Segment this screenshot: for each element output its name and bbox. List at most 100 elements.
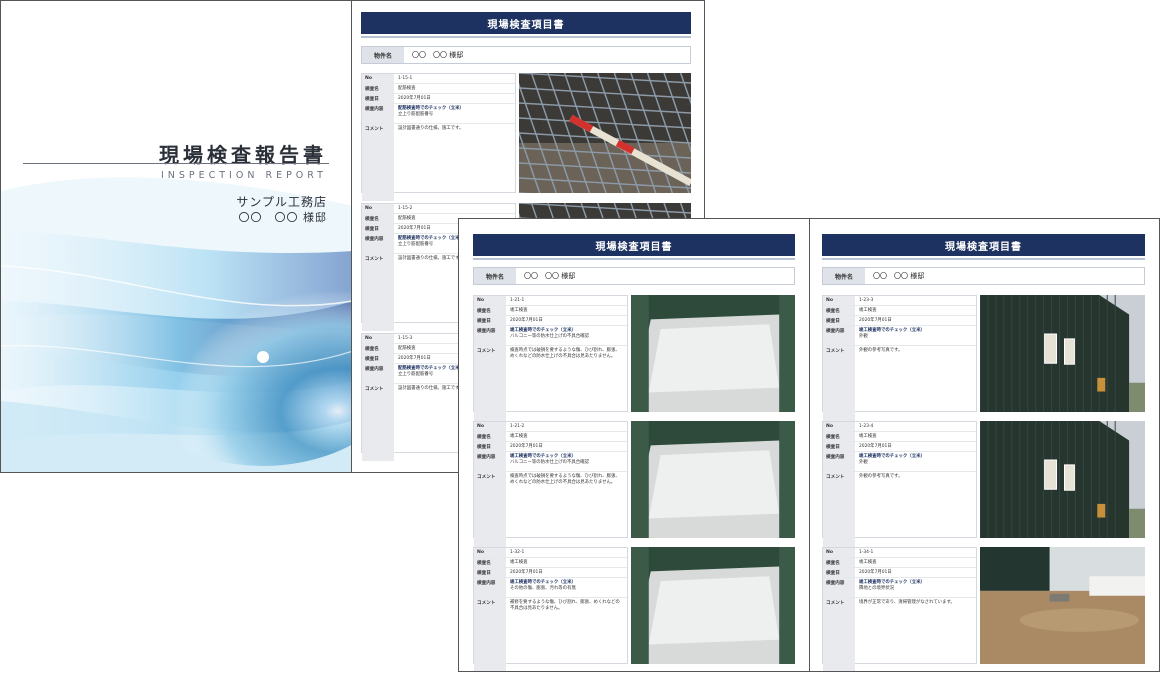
content-label: 検査内容 — [823, 326, 855, 345]
entry-table: No 1-32-1 検査名 竣工検査 検査日 2020年7月01日 検査内容 竣工検査時でのチ… — [473, 547, 628, 671]
entry-comment: 設計図書通りの仕様。施工です。 — [398, 126, 464, 131]
entry-date: 2020年7月01日 — [510, 318, 543, 323]
rebar-photo — [519, 73, 691, 193]
name-label: 検査名 — [362, 214, 394, 223]
no-label: No — [474, 296, 506, 305]
date-label: 検査日 — [474, 316, 506, 325]
inspection-entry: No 1-34-1 検査名 竣工検査 検査日 2020年7月01日 検査内容 竣工検査時でのチ… — [822, 547, 1145, 671]
comment-label: コメント — [474, 598, 506, 671]
entry-content-detail: 立上り筋配筋番号 — [398, 112, 434, 118]
comment-label: コメント — [823, 346, 855, 423]
cover-subtitle: INSPECTION REPORT — [160, 170, 327, 181]
content-label: 検査内容 — [474, 578, 506, 597]
property-row: 物件名 〇〇 〇〇 様邸 — [361, 46, 691, 64]
entry-table: No 1-21-2 検査名 竣工検査 検査日 2020年7月01日 検査内容 竣工検査時でのチ… — [473, 421, 628, 549]
entry-comment: 外観の参考写真です。 — [859, 348, 903, 353]
comment-label: コメント — [474, 346, 506, 423]
entry-comment: 補修を要するような傷、ひび割れ、膨張、めくれなどの不具合は見あたりません。 — [510, 600, 620, 612]
property-row: 物件名 〇〇 〇〇 様邸 — [822, 267, 1145, 285]
entry-no: 1-32-1 — [510, 550, 525, 555]
inspection-entry: No 1-23-4 検査名 竣工検査 検査日 2020年7月01日 検査内容 竣工検査時でのチ… — [822, 421, 1145, 549]
inspection-page-3: 現場検査項目書 物件名 〇〇 〇〇 様邸 No 1-23-3 検査名 竣工検査 検査日 2… — [810, 218, 1160, 672]
name-label: 検査名 — [362, 84, 394, 93]
page-title: 現場検査項目書 — [473, 234, 795, 256]
balcony-photo — [631, 295, 795, 412]
cover-divider — [23, 163, 329, 164]
date-label: 検査日 — [474, 568, 506, 577]
entry-comment: 境界が正常であり、清掃管理がなされています。 — [859, 600, 955, 605]
entry-date: 2020年7月01日 — [510, 444, 543, 449]
date-label: 検査日 — [362, 354, 394, 363]
no-label: No — [362, 334, 394, 343]
date-label: 検査日 — [823, 316, 855, 325]
page-title-underline — [473, 258, 795, 260]
house-exterior-photo — [980, 295, 1145, 412]
name-label: 検査名 — [474, 558, 506, 567]
entry-content-detail: 隣地との境界状況 — [859, 586, 895, 592]
no-label: No — [474, 422, 506, 431]
content-label: 検査内容 — [362, 364, 394, 383]
entry-name: 竣工検査 — [859, 308, 877, 313]
property-row: 物件名 〇〇 〇〇 様邸 — [473, 267, 795, 285]
entry-comment: 検査時点では破損を要するような傷、ひび割れ、膨張、めくれなどの防水仕上げの不具合… — [510, 348, 620, 360]
entry-date: 2020年7月01日 — [510, 570, 543, 575]
content-label: 検査内容 — [362, 234, 394, 253]
cover-wave-graphic — [1, 1, 351, 472]
entry-no: 1-23-4 — [859, 424, 874, 429]
no-label: No — [823, 296, 855, 305]
page-title-underline — [822, 258, 1145, 260]
entry-table: No 1-34-1 検査名 竣工検査 検査日 2020年7月01日 検査内容 竣工検査時でのチ… — [822, 547, 977, 671]
entry-table: No 1-23-4 検査名 竣工検査 検査日 2020年7月01日 検査内容 竣工検査時でのチ… — [822, 421, 977, 549]
inspection-entry: No 1-15-1 検査名 配筋検査 検査日 2020年7月01日 検査内容 配筋検査時でのチ… — [361, 73, 691, 201]
yard-photo — [980, 547, 1145, 664]
name-label: 検査名 — [823, 558, 855, 567]
entry-no: 1-34-1 — [859, 550, 874, 555]
entry-table: No 1-21-1 検査名 竣工検査 検査日 2020年7月01日 検査内容 竣工検査時でのチ… — [473, 295, 628, 423]
entry-no: 1-21-2 — [510, 424, 525, 429]
inspection-entry: No 1-32-1 検査名 竣工検査 検査日 2020年7月01日 検査内容 竣工検査時でのチ… — [473, 547, 795, 671]
entry-table: No 1-15-1 検査名 配筋検査 検査日 2020年7月01日 検査内容 配筋検査時でのチ… — [361, 73, 516, 201]
comment-label: コメント — [362, 384, 394, 461]
name-label: 検査名 — [362, 344, 394, 353]
content-label: 検査内容 — [474, 452, 506, 471]
inspection-entry: No 1-23-3 検査名 竣工検査 検査日 2020年7月01日 検査内容 竣工検査時でのチ… — [822, 295, 1145, 423]
entry-content-title: 竣工検査時でのチェック（立米） — [859, 454, 925, 459]
entry-comment: 検査時点では破損を要するような傷、ひび割れ、膨張、めくれなどの防水仕上げの不具合… — [510, 474, 620, 486]
page-title-underline — [361, 36, 691, 38]
entry-no: 1-15-2 — [398, 206, 413, 211]
entry-no: 1-15-1 — [398, 76, 413, 81]
entry-name: 竣工検査 — [510, 434, 528, 439]
inspection-entry: No 1-21-2 検査名 竣工検査 検査日 2020年7月01日 検査内容 竣工検査時でのチ… — [473, 421, 795, 549]
no-label: No — [474, 548, 506, 557]
entry-name: 配筋検査 — [398, 86, 416, 91]
entry-content-detail: 外観 — [859, 460, 868, 466]
entry-content-detail: 外観 — [859, 334, 868, 340]
content-label: 検査内容 — [362, 104, 394, 123]
entry-date: 2020年7月01日 — [859, 444, 892, 449]
entry-content-detail: バルコニー等の防水仕上げの不具合確認 — [510, 460, 589, 466]
comment-label: コメント — [362, 254, 394, 331]
entry-name: 竣工検査 — [859, 560, 877, 565]
date-label: 検査日 — [362, 224, 394, 233]
balcony-photo — [631, 421, 795, 538]
house-exterior-photo — [980, 421, 1145, 538]
no-label: No — [823, 548, 855, 557]
date-label: 検査日 — [823, 568, 855, 577]
entry-content-detail: 立上り筋配筋番号 — [398, 372, 434, 378]
name-label: 検査名 — [823, 306, 855, 315]
balcony-photo — [631, 547, 795, 664]
date-label: 検査日 — [823, 442, 855, 451]
entry-name: 竣工検査 — [510, 560, 528, 565]
comment-label: コメント — [474, 472, 506, 549]
entry-no: 1-21-1 — [510, 298, 525, 303]
page-title: 現場検査項目書 — [822, 234, 1145, 256]
report-cover: 現場検査報告書 INSPECTION REPORT サンプル工務店 〇〇 〇〇 … — [0, 0, 352, 473]
no-label: No — [823, 422, 855, 431]
entry-date: 2020年7月01日 — [859, 570, 892, 575]
property-label: 物件名 — [474, 268, 516, 284]
no-label: No — [362, 204, 394, 213]
no-label: No — [362, 74, 394, 83]
entry-content-detail: その他の傷、膨張、汚れ等の有無 — [510, 586, 576, 592]
entry-content-detail: 立上り筋配筋番号 — [398, 242, 434, 248]
content-label: 検査内容 — [474, 326, 506, 345]
